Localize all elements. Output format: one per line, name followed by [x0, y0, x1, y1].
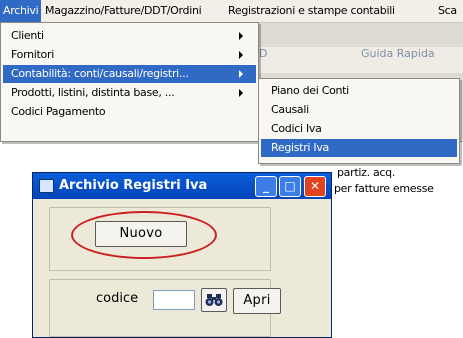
- maximize-button[interactable]: □: [279, 176, 301, 197]
- menu-item-label: Contabilità: conti/causali/registri...: [11, 67, 189, 80]
- annotation-ellipse: [71, 211, 217, 259]
- menu-sca[interactable]: Sca: [438, 0, 457, 22]
- menu-item-label: Prodotti, listini, distinta base, ...: [11, 86, 175, 99]
- submenu-item-causali[interactable]: Causali: [259, 101, 459, 119]
- submenu-item-registri-iva[interactable]: Registri Iva: [261, 139, 457, 157]
- menu-item-codici-pagamento[interactable]: Codici Pagamento: [1, 103, 258, 121]
- guida-rapida-link[interactable]: Guida Rapida: [361, 47, 435, 60]
- window-app-icon: [39, 179, 54, 193]
- menu-item-clienti[interactable]: Clienti: [1, 27, 258, 45]
- binoculars-icon: [205, 294, 223, 306]
- menu-magazzino[interactable]: Magazzino/Fatture/DDT/Ordini: [45, 0, 202, 22]
- submenu-item-codici-iva[interactable]: Codici Iva: [259, 120, 459, 138]
- search-button[interactable]: [201, 288, 227, 312]
- apri-button[interactable]: Apri: [233, 288, 281, 314]
- contabilita-submenu: Piano dei Conti Causali Codici Iva Regis…: [258, 78, 460, 164]
- submenu-arrow-icon: [239, 32, 243, 40]
- submenu-arrow-icon: [239, 51, 243, 59]
- menu-archivi[interactable]: Archivi: [0, 0, 41, 22]
- close-button[interactable]: ✕: [304, 176, 326, 197]
- menu-bar: Archivi Magazzino/Fatture/DDT/Ordini Reg…: [0, 0, 463, 23]
- archivio-registri-iva-window: Archivio Registri Iva _ □ ✕ Nuovo codice…: [32, 172, 332, 338]
- menu-item-label: Codici Pagamento: [11, 105, 106, 118]
- codice-label: codice: [96, 291, 139, 306]
- archivi-menu: Clienti Fornitori Contabilità: conti/cau…: [0, 22, 259, 142]
- submenu-arrow-icon: [239, 70, 243, 78]
- menu-item-prodotti[interactable]: Prodotti, listini, distinta base, ...: [1, 84, 258, 102]
- codice-field[interactable]: [153, 290, 195, 310]
- submenu-item-piano-conti[interactable]: Piano dei Conti: [259, 82, 459, 100]
- bg-text-fatture: per fatture emesse: [334, 182, 434, 195]
- menu-item-fornitori[interactable]: Fornitori: [1, 46, 258, 64]
- submenu-arrow-icon: [239, 89, 243, 97]
- menu-item-label: Fornitori: [11, 48, 54, 61]
- minimize-button[interactable]: _: [255, 176, 277, 197]
- window-title: Archivio Registri Iva: [59, 178, 208, 193]
- window-title-bar[interactable]: Archivio Registri Iva _ □ ✕: [33, 173, 331, 199]
- menu-item-label: Clienti: [11, 29, 44, 42]
- menu-registrazioni[interactable]: Registrazioni e stampe contabili: [228, 0, 395, 22]
- menu-item-contabilita[interactable]: Contabilità: conti/causali/registri...: [3, 65, 256, 83]
- bg-text-partiz: partiz. acq.: [337, 166, 396, 179]
- toolbar-partial-label: D: [259, 47, 268, 60]
